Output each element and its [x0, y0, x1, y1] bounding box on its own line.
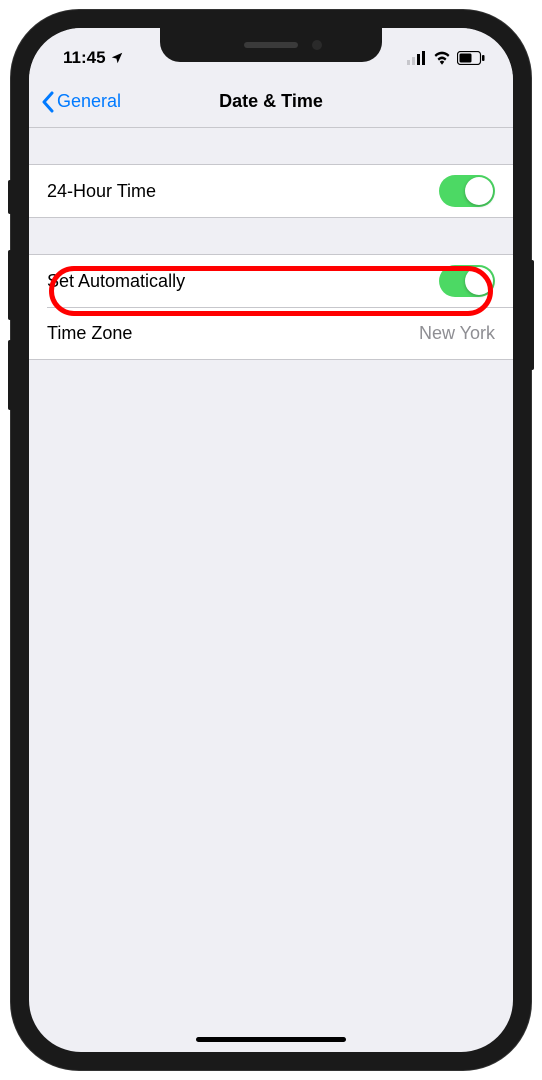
home-indicator[interactable]	[196, 1037, 346, 1042]
row-value: New York	[419, 323, 495, 344]
location-icon	[110, 51, 124, 65]
chevron-left-icon	[41, 91, 55, 113]
page-title: Date & Time	[219, 91, 323, 112]
battery-icon	[457, 51, 485, 65]
side-button	[8, 340, 12, 410]
screen: 11:45	[29, 28, 513, 1052]
phone-frame: 11:45	[11, 10, 531, 1070]
toggle-set-automatically[interactable]	[439, 265, 495, 297]
notch	[160, 28, 382, 62]
row-24-hour-time: 24-Hour Time	[29, 165, 513, 217]
wifi-icon	[433, 51, 451, 65]
side-button	[8, 250, 12, 320]
toggle-24-hour-time[interactable]	[439, 175, 495, 207]
settings-group-1: 24-Hour Time	[29, 164, 513, 218]
row-label: Set Automatically	[47, 271, 185, 292]
settings-group-2: Set Automatically Time Zone New York	[29, 254, 513, 360]
settings-content: 24-Hour Time Set Automatically Time Zone…	[29, 128, 513, 360]
cellular-icon	[407, 51, 427, 65]
side-button	[8, 180, 12, 214]
row-label: Time Zone	[47, 323, 132, 344]
row-label: 24-Hour Time	[47, 181, 156, 202]
back-button[interactable]: General	[41, 91, 121, 113]
nav-bar: General Date & Time	[29, 76, 513, 128]
back-label: General	[57, 91, 121, 112]
status-time: 11:45	[63, 48, 106, 68]
row-set-automatically: Set Automatically	[29, 255, 513, 307]
row-time-zone[interactable]: Time Zone New York	[29, 307, 513, 359]
side-button	[530, 260, 534, 370]
